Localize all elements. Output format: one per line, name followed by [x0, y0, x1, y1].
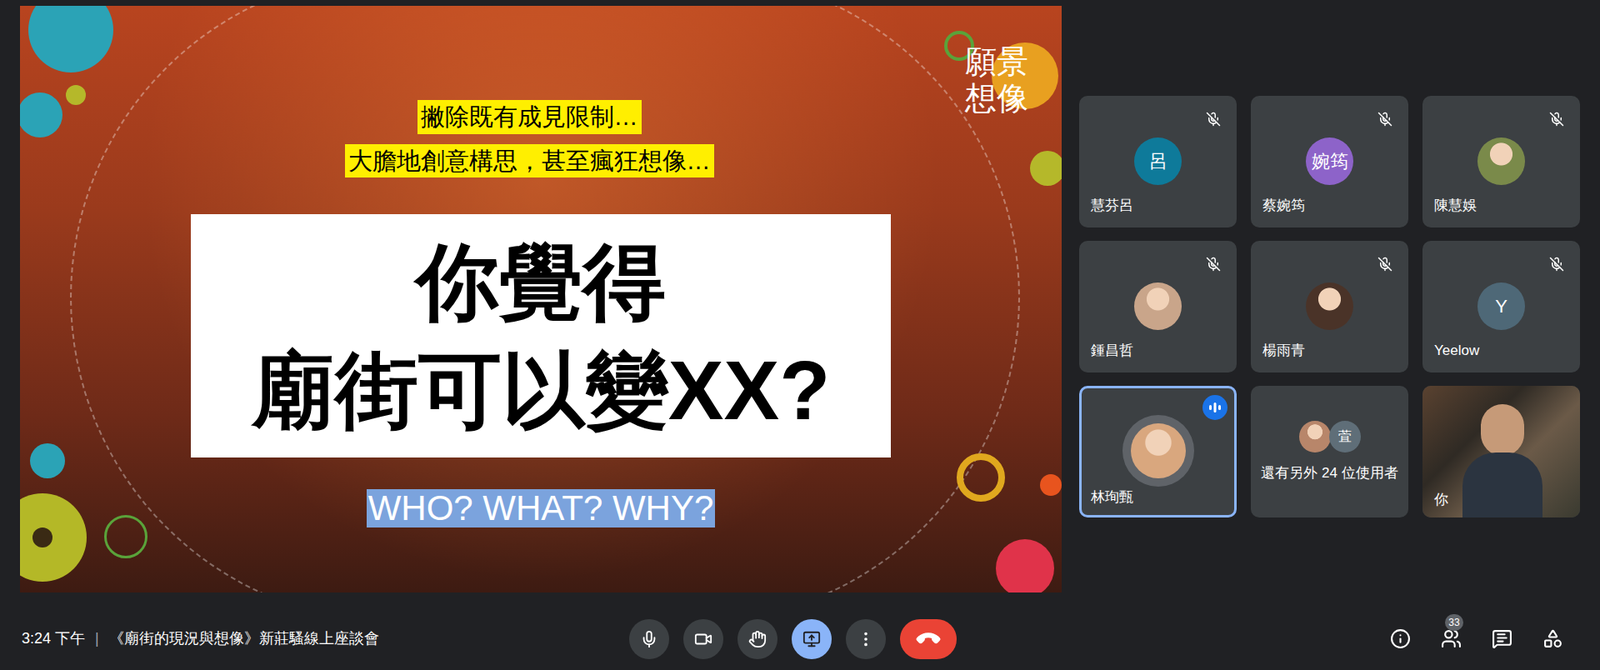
slide-prompt: 撇除既有成見限制… [417, 100, 642, 135]
avatar-initial: 萓 [1329, 420, 1361, 453]
avatar-initial: 婉筠 [1305, 137, 1354, 185]
participant-tile[interactable]: 婉筠蔡婉筠 [1250, 95, 1409, 228]
others-tile[interactable]: 萓還有另外 24 位使用者 [1250, 385, 1409, 518]
muted-icon [1200, 251, 1226, 277]
activities-icon [1542, 628, 1564, 650]
others-label: 還有另外 24 位使用者 [1260, 462, 1398, 485]
muted-icon [1544, 106, 1570, 132]
hangup-icon [914, 625, 943, 654]
slide-decoration [30, 443, 65, 479]
meeting-time: 3:24 下午 [21, 627, 85, 650]
present-button[interactable] [791, 619, 832, 660]
avatar-initial: 呂 [1134, 137, 1182, 185]
slide-corner-label: 願景想像 [965, 44, 1029, 117]
participant-tile[interactable]: 鍾昌哲 [1079, 240, 1237, 373]
separator: | [95, 627, 100, 650]
avatar-photo [1477, 137, 1525, 185]
participant-tile[interactable]: Y Yeelow [1422, 240, 1580, 373]
participant-name: 陳慧娛 [1425, 195, 1578, 225]
more-icon [856, 630, 875, 649]
self-name: 你 [1422, 489, 1580, 518]
slide-prompt: 大膽地創意構思，甚至瘋狂想像… [345, 144, 715, 179]
slide-subtitle: WHO? WHAT? WHY? [366, 489, 716, 528]
activities-button[interactable] [1541, 628, 1564, 650]
hand-button[interactable] [737, 619, 778, 660]
participant-tile[interactable]: 陳慧娛 [1422, 95, 1580, 228]
main-area: 願景想像撇除既有成見限制… 大膽地創意構思，甚至瘋狂想像… 你覺得廟街可以變XX? W… [0, 0, 1600, 613]
slide-decoration [1040, 474, 1062, 496]
bottom-bar: 3:24 下午 | 《廟街的現況與想像》新莊騷線上座談會 33 [0, 612, 1600, 670]
chat-button[interactable] [1490, 628, 1513, 650]
people-button[interactable]: 33 [1440, 628, 1462, 650]
participant-name: 林珣甄 [1081, 486, 1235, 517]
mic-button[interactable] [629, 619, 670, 660]
participant-tile[interactable]: 林珣甄 [1079, 385, 1237, 518]
avatar-photo [1299, 420, 1331, 453]
people-icon [1440, 628, 1462, 650]
call-controls [629, 619, 957, 660]
camera-icon [694, 630, 713, 649]
info-icon [1390, 628, 1411, 650]
muted-icon [1372, 106, 1398, 132]
participant-name: 鍾昌哲 [1081, 340, 1235, 370]
meet-window: 願景想像撇除既有成見限制… 大膽地創意構思，甚至瘋狂想像… 你覺得廟街可以變XX? W… [0, 0, 1600, 670]
avatar-photo [1305, 282, 1354, 330]
chat-icon [1491, 628, 1513, 650]
hand-icon [748, 630, 767, 649]
slide-decoration [1030, 150, 1062, 186]
muted-icon [1200, 106, 1226, 132]
participant-name: 慧芬呂 [1081, 195, 1235, 225]
presentation-slide: 願景想像撇除既有成見限制… 大膽地創意構思，甚至瘋狂想像… 你覺得廟街可以變XX? W… [20, 5, 1062, 593]
avatar-initial: Y [1477, 282, 1525, 330]
slide-decoration [995, 539, 1055, 593]
more-button[interactable] [845, 619, 886, 660]
participant-tile[interactable]: 呂慧芬呂 [1079, 95, 1237, 228]
slide-headline: 你覺得廟街可以變XX? [190, 214, 891, 458]
muted-icon [1372, 251, 1398, 277]
self-tile[interactable]: 你 [1422, 385, 1580, 518]
slide-decoration [32, 527, 53, 548]
hangup-button[interactable] [900, 619, 957, 660]
meeting-title: 《廟街的現況與想像》新莊騷線上座談會 [109, 627, 380, 650]
camera-button[interactable] [683, 619, 724, 660]
mic-icon [640, 630, 659, 649]
people-count-badge: 33 [1445, 614, 1464, 631]
avatar-photo [1130, 423, 1186, 479]
speaking-icon [1202, 395, 1228, 420]
participant-tile[interactable]: 楊雨青 [1250, 240, 1409, 373]
info-button[interactable] [1389, 628, 1411, 650]
muted-icon [1544, 251, 1570, 277]
participant-name: 楊雨青 [1253, 340, 1406, 370]
avatar-photo [1134, 282, 1182, 330]
participant-grid: 呂慧芬呂婉筠蔡婉筠陳慧娛鍾昌哲楊雨青YYeelow林珣甄萓還有另外 24 位使用… [1079, 95, 1580, 518]
participant-name: Yeelow [1425, 340, 1578, 370]
slide-decoration [104, 515, 148, 559]
present-icon [802, 630, 821, 649]
participant-name: 蔡婉筠 [1253, 195, 1406, 225]
slide-decoration [956, 453, 1005, 502]
slide-decoration [65, 85, 86, 105]
